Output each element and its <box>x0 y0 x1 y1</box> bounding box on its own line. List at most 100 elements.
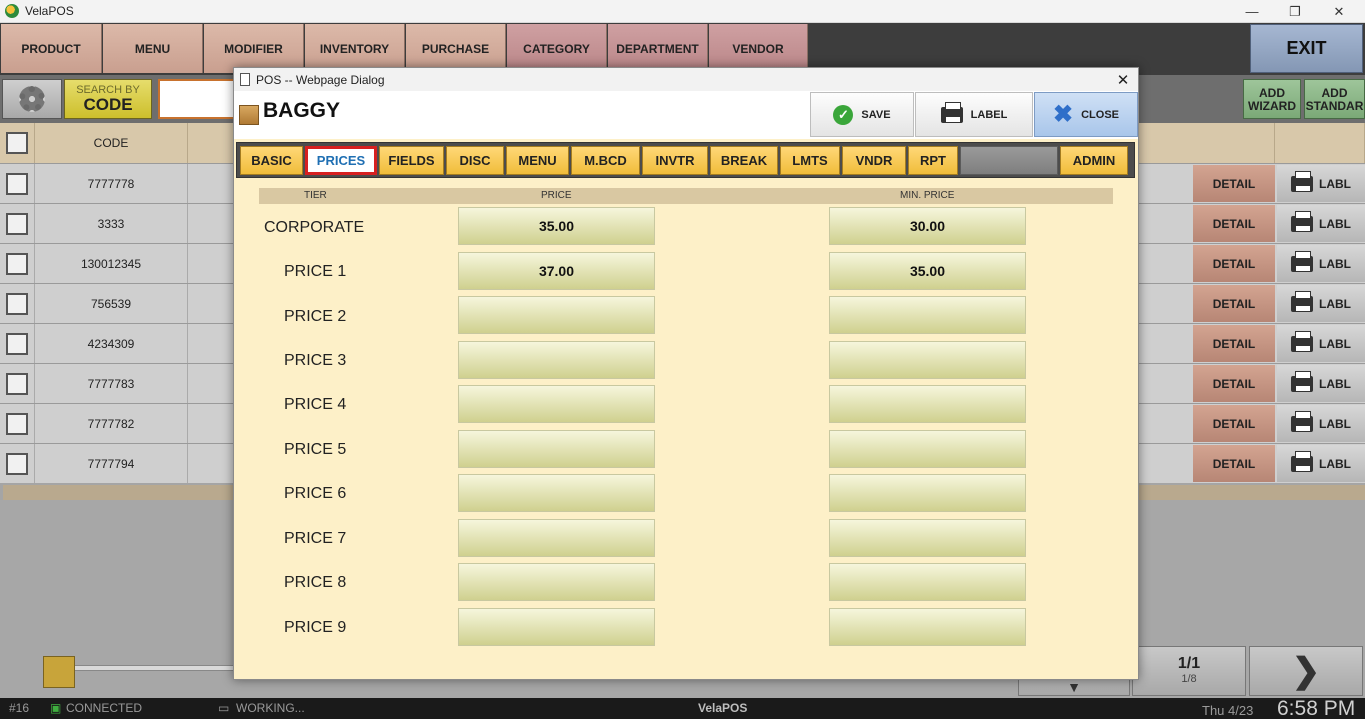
label-print-text: LABL <box>1319 256 1351 271</box>
tier-label: PRICE 3 <box>284 352 347 369</box>
min-price-field[interactable] <box>829 474 1026 512</box>
label-button[interactable]: LABEL <box>915 92 1033 137</box>
min-price-field[interactable]: 35.00 <box>829 252 1026 290</box>
min-price-field[interactable] <box>829 563 1026 601</box>
window-close-icon[interactable]: ✕ <box>1316 0 1362 23</box>
row-checkbox[interactable] <box>6 173 28 195</box>
page-indicator: 1/1 1/8 <box>1132 646 1246 696</box>
tab-menu[interactable]: MENU <box>506 146 569 175</box>
column-header-detail <box>1193 123 1275 163</box>
nav-menu-button[interactable]: MENU <box>103 24 203 73</box>
status-app-name: VelaPOS <box>698 701 748 715</box>
label-print-button[interactable]: LABL <box>1277 445 1365 482</box>
item-name: BAGGY <box>263 99 341 122</box>
label-print-button[interactable]: LABL <box>1277 285 1365 322</box>
tab-mbcd[interactable]: M.BCD <box>571 146 640 175</box>
min-price-field[interactable] <box>829 430 1026 468</box>
tab-lmts[interactable]: LMTS <box>780 146 840 175</box>
row-checkbox[interactable] <box>6 453 28 475</box>
label-print-button[interactable]: LABL <box>1277 245 1365 282</box>
label-print-button[interactable]: LABL <box>1277 325 1365 362</box>
row-checkbox[interactable] <box>6 293 28 315</box>
min-price-field[interactable] <box>829 296 1026 334</box>
label-print-text: LABL <box>1319 216 1351 231</box>
label-print-button[interactable]: LABL <box>1277 205 1365 242</box>
nav-modifier-button[interactable]: MODIFIER <box>204 24 304 73</box>
detail-button[interactable]: DETAIL <box>1193 365 1275 402</box>
save-button[interactable]: ✓ SAVE <box>810 92 914 137</box>
printer-icon <box>1291 290 1313 312</box>
tab-break[interactable]: BREAK <box>710 146 778 175</box>
station-id: #16 <box>9 701 30 715</box>
nav-category-button[interactable]: CATEGORY <box>507 24 607 73</box>
tab-basic[interactable]: BASIC <box>240 146 303 175</box>
min-price-field[interactable] <box>829 608 1026 646</box>
price-field[interactable] <box>458 341 655 379</box>
detail-button[interactable]: DETAIL <box>1193 405 1275 442</box>
row-code: 756539 <box>34 284 188 323</box>
min-price-field[interactable]: 30.00 <box>829 207 1026 245</box>
nav-vendor-button[interactable]: VENDOR <box>709 24 808 73</box>
search-input[interactable] <box>158 79 238 119</box>
label-print-text: LABL <box>1319 336 1351 351</box>
chevron-down-icon: ▼ <box>1067 679 1081 695</box>
nav-product-button[interactable]: PRODUCT <box>1 24 102 73</box>
price-field[interactable] <box>458 296 655 334</box>
settings-button[interactable] <box>2 79 62 119</box>
tab-rpt[interactable]: RPT <box>908 146 958 175</box>
price-field[interactable] <box>458 608 655 646</box>
price-field[interactable] <box>458 563 655 601</box>
nav-purchase-button[interactable]: PURCHASE <box>406 24 506 73</box>
row-code: 7777778 <box>34 164 188 203</box>
price-field[interactable]: 35.00 <box>458 207 655 245</box>
min-price-field[interactable] <box>829 385 1026 423</box>
tab-prices[interactable]: PRICES <box>305 146 377 175</box>
min-price-field[interactable] <box>829 341 1026 379</box>
tab-invtr[interactable]: INVTR <box>642 146 708 175</box>
nav-department-button[interactable]: DEPARTMENT <box>608 24 708 73</box>
minimize-icon[interactable]: — <box>1229 0 1275 23</box>
tab-spacer <box>960 146 1058 175</box>
dialog-close-icon[interactable]: ✕ <box>1108 68 1138 91</box>
close-button[interactable]: ✖ CLOSE <box>1034 92 1138 137</box>
tab-vndr[interactable]: VNDR <box>842 146 906 175</box>
search-by-button[interactable]: SEARCH BY CODE <box>64 79 152 119</box>
detail-button[interactable]: DETAIL <box>1193 325 1275 362</box>
row-checkbox[interactable] <box>6 213 28 235</box>
label-print-button[interactable]: LABL <box>1277 365 1365 402</box>
restore-icon[interactable]: ❐ <box>1272 0 1318 23</box>
tab-disc[interactable]: DISC <box>446 146 504 175</box>
detail-button[interactable]: DETAIL <box>1193 285 1275 322</box>
detail-button[interactable]: DETAIL <box>1193 165 1275 202</box>
tab-fields[interactable]: FIELDS <box>379 146 444 175</box>
row-checkbox[interactable] <box>6 333 28 355</box>
nav-inventory-button[interactable]: INVENTORY <box>305 24 405 73</box>
zoom-slider-handle[interactable] <box>43 656 75 688</box>
tab-admin[interactable]: ADMIN <box>1060 146 1128 175</box>
price-field[interactable]: 37.00 <box>458 252 655 290</box>
detail-button[interactable]: DETAIL <box>1193 445 1275 482</box>
price-field[interactable] <box>458 474 655 512</box>
next-page-button[interactable]: ❯ <box>1249 646 1363 696</box>
add-standard-button[interactable]: ADD STANDAR <box>1304 79 1365 119</box>
price-field[interactable] <box>458 519 655 557</box>
label-print-text: LABL <box>1319 176 1351 191</box>
row-checkbox[interactable] <box>6 413 28 435</box>
min-price-field[interactable] <box>829 519 1026 557</box>
row-checkbox[interactable] <box>6 373 28 395</box>
add-wizard-button[interactable]: ADD WIZARD <box>1243 79 1301 119</box>
detail-button[interactable]: DETAIL <box>1193 245 1275 282</box>
close-label: CLOSE <box>1081 108 1119 121</box>
row-checkbox[interactable] <box>6 253 28 275</box>
chevron-right-icon: ❯ <box>1291 652 1321 690</box>
label-print-button[interactable]: LABL <box>1277 405 1365 442</box>
select-all-checkbox[interactable] <box>6 132 28 154</box>
exit-button[interactable]: EXIT <box>1250 24 1363 73</box>
detail-button[interactable]: DETAIL <box>1193 205 1275 242</box>
label-print-button[interactable]: LABL <box>1277 165 1365 202</box>
price-field[interactable] <box>458 385 655 423</box>
page-number: 1/1 <box>1177 655 1201 672</box>
save-label: SAVE <box>861 108 891 121</box>
price-field[interactable] <box>458 430 655 468</box>
status-bar: #16 ▣ CONNECTED ▭ WORKING... VelaPOS Thu… <box>0 697 1365 719</box>
